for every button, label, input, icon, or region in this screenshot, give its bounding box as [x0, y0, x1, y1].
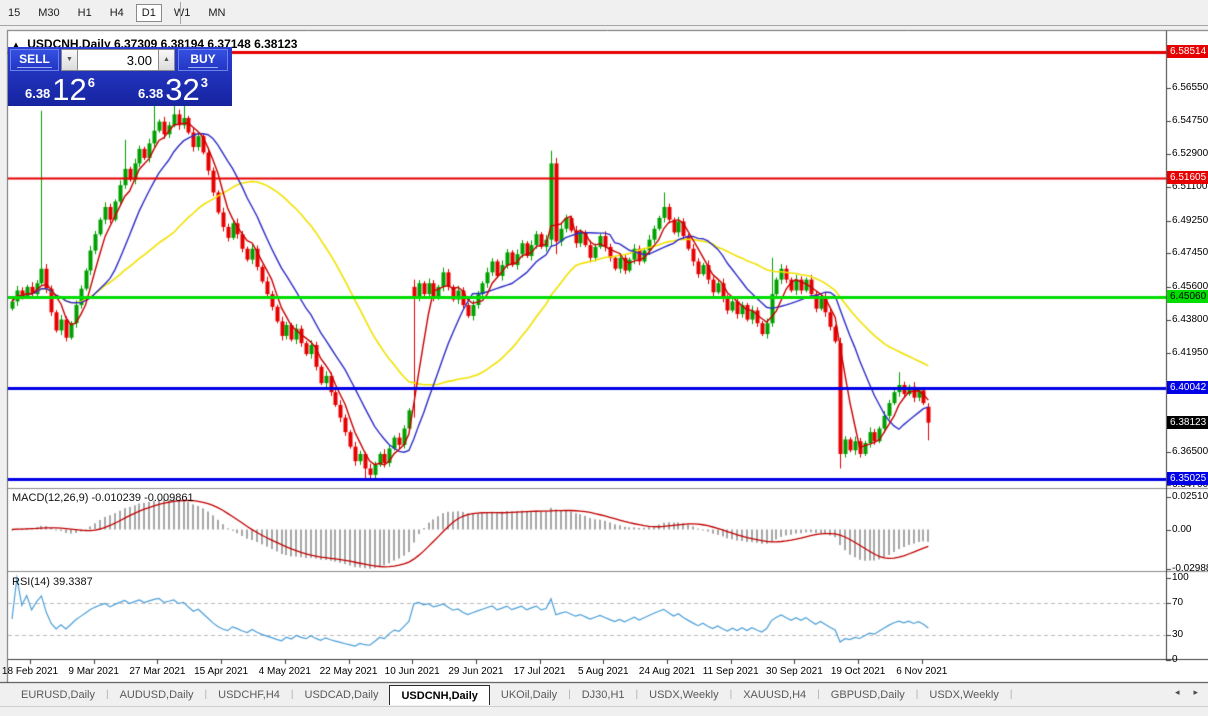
buy-button-label: BUY [188, 52, 217, 68]
price-chart-canvas[interactable] [0, 0, 1208, 716]
symbol-tab-usdchf-h4[interactable]: USDCHF,H4 [207, 684, 291, 705]
date-tick-label: 29 Jun 2021 [448, 666, 503, 677]
date-tick-label: 18 Feb 2021 [2, 666, 58, 677]
timeframe-button-15[interactable]: 15 [2, 4, 26, 22]
status-strip [0, 706, 1208, 716]
date-tick-label: 11 Sep 2021 [703, 666, 759, 677]
symbol-tab-usdcnh-daily[interactable]: USDCNH,Daily [389, 685, 489, 705]
price-tick-label: 6.49250 [1172, 215, 1208, 226]
sell-price-big: 12 [52, 75, 86, 104]
volume-increase-button[interactable]: ▲ [158, 49, 175, 71]
symbol-tab-audusd-daily[interactable]: AUDUSD,Daily [109, 684, 205, 705]
price-level-badge: 6.40042 [1167, 381, 1208, 394]
rsi-tick-label: 100 [1172, 572, 1189, 583]
symbol-tab-dj30-h1[interactable]: DJ30,H1 [571, 684, 636, 705]
tab-scroll-right-icon[interactable]: ▸ [1193, 687, 1198, 698]
date-tick-label: 19 Oct 2021 [831, 666, 885, 677]
price-level-badge: 6.35025 [1167, 472, 1208, 485]
timeframe-button-h1[interactable]: H1 [72, 4, 98, 22]
date-tick-label: 15 Apr 2021 [194, 666, 248, 677]
timeframe-button-m30[interactable]: M30 [32, 4, 65, 22]
volume-spinner: ▼ ▲ [61, 49, 175, 71]
volume-decrease-button[interactable]: ▼ [61, 49, 78, 71]
price-tick-label: 6.43800 [1172, 314, 1208, 325]
buy-price-big: 32 [165, 75, 199, 104]
date-tick-label: 27 Mar 2021 [129, 666, 185, 677]
volume-input[interactable] [78, 49, 158, 71]
timeframe-button-d1[interactable]: D1 [136, 4, 162, 22]
price-level-badge: 6.51605 [1167, 171, 1208, 184]
one-click-trade-panel: SELL ▼ ▲ BUY 6.38 12 6 6.38 32 3 [8, 47, 232, 106]
rsi-tick-label: 0 [1172, 654, 1178, 665]
buy-price-display[interactable]: 6.38 32 3 [118, 73, 228, 104]
timeframe-toolbar: 15 M30 H1 H4 D1 W1 MN [0, 0, 1208, 26]
timeframe-button-mn[interactable]: MN [202, 4, 231, 22]
buy-button[interactable]: BUY [178, 49, 228, 71]
price-level-badge: 6.45060 [1167, 290, 1208, 303]
date-tick-label: 9 Mar 2021 [68, 666, 119, 677]
symbol-tab-usdx-weekly[interactable]: USDX,Weekly [918, 684, 1009, 705]
symbol-tab-xauusd-h4[interactable]: XAUUSD,H4 [732, 684, 817, 705]
toolbar-separator [180, 2, 181, 24]
symbol-tab-ukoil-daily[interactable]: UKOil,Daily [490, 684, 568, 705]
price-tick-label: 6.47450 [1172, 247, 1208, 258]
price-tick-label: 6.52900 [1172, 148, 1208, 159]
rsi-tick-label: 30 [1172, 629, 1183, 640]
price-level-badge: 6.38123 [1167, 416, 1208, 429]
rsi-tick-label: 70 [1172, 597, 1183, 608]
date-tick-label: 22 May 2021 [320, 666, 378, 677]
symbol-tab-usdx-weekly[interactable]: USDX,Weekly [638, 684, 729, 705]
buy-price-base: 6.38 [138, 86, 163, 101]
macd-tick-label: 0.00 [1172, 524, 1191, 535]
symbol-tab-usdcad-daily[interactable]: USDCAD,Daily [294, 684, 390, 705]
sell-price-base: 6.38 [25, 86, 50, 101]
sell-button-label: SELL [17, 52, 52, 68]
sell-price-display[interactable]: 6.38 12 6 [10, 73, 110, 104]
rsi-indicator-label: RSI(14) 39.3387 [12, 576, 93, 588]
symbol-tab-bar: EURUSD,Daily|AUDUSD,Daily|USDCHF,H4|USDC… [0, 684, 1208, 705]
price-level-badge: 6.58514 [1167, 45, 1208, 58]
symbol-tab-gbpusd-daily[interactable]: GBPUSD,Daily [820, 684, 916, 705]
symbol-tab-eurusd-daily[interactable]: EURUSD,Daily [10, 684, 106, 705]
price-tick-label: 6.41950 [1172, 347, 1208, 358]
price-tick-label: 6.36500 [1172, 446, 1208, 457]
date-tick-label: 10 Jun 2021 [385, 666, 440, 677]
sell-price-sup: 6 [88, 75, 95, 90]
price-tick-label: 6.56550 [1172, 82, 1208, 93]
macd-indicator-label: MACD(12,26,9) -0.010239 -0.009861 [12, 492, 194, 504]
tab-scroll-left-icon[interactable]: ◂ [1175, 687, 1180, 698]
macd-tick-label: 0.025108 [1172, 491, 1208, 502]
tab-scroll-controls: ◂ ▸ [1175, 687, 1198, 698]
date-tick-label: 17 Jul 2021 [514, 666, 566, 677]
tab-separator: | [1010, 684, 1013, 705]
date-tick-label: 6 Nov 2021 [896, 666, 947, 677]
date-tick-label: 30 Sep 2021 [766, 666, 823, 677]
timeframe-button-w1[interactable]: W1 [168, 4, 197, 22]
date-tick-label: 4 May 2021 [259, 666, 311, 677]
sell-button[interactable]: SELL [10, 49, 59, 71]
date-tick-label: 5 Aug 2021 [578, 666, 629, 677]
date-tick-label: 24 Aug 2021 [639, 666, 695, 677]
price-tick-label: 6.54750 [1172, 115, 1208, 126]
timeframe-button-h4[interactable]: H4 [104, 4, 130, 22]
buy-price-sup: 3 [201, 75, 208, 90]
